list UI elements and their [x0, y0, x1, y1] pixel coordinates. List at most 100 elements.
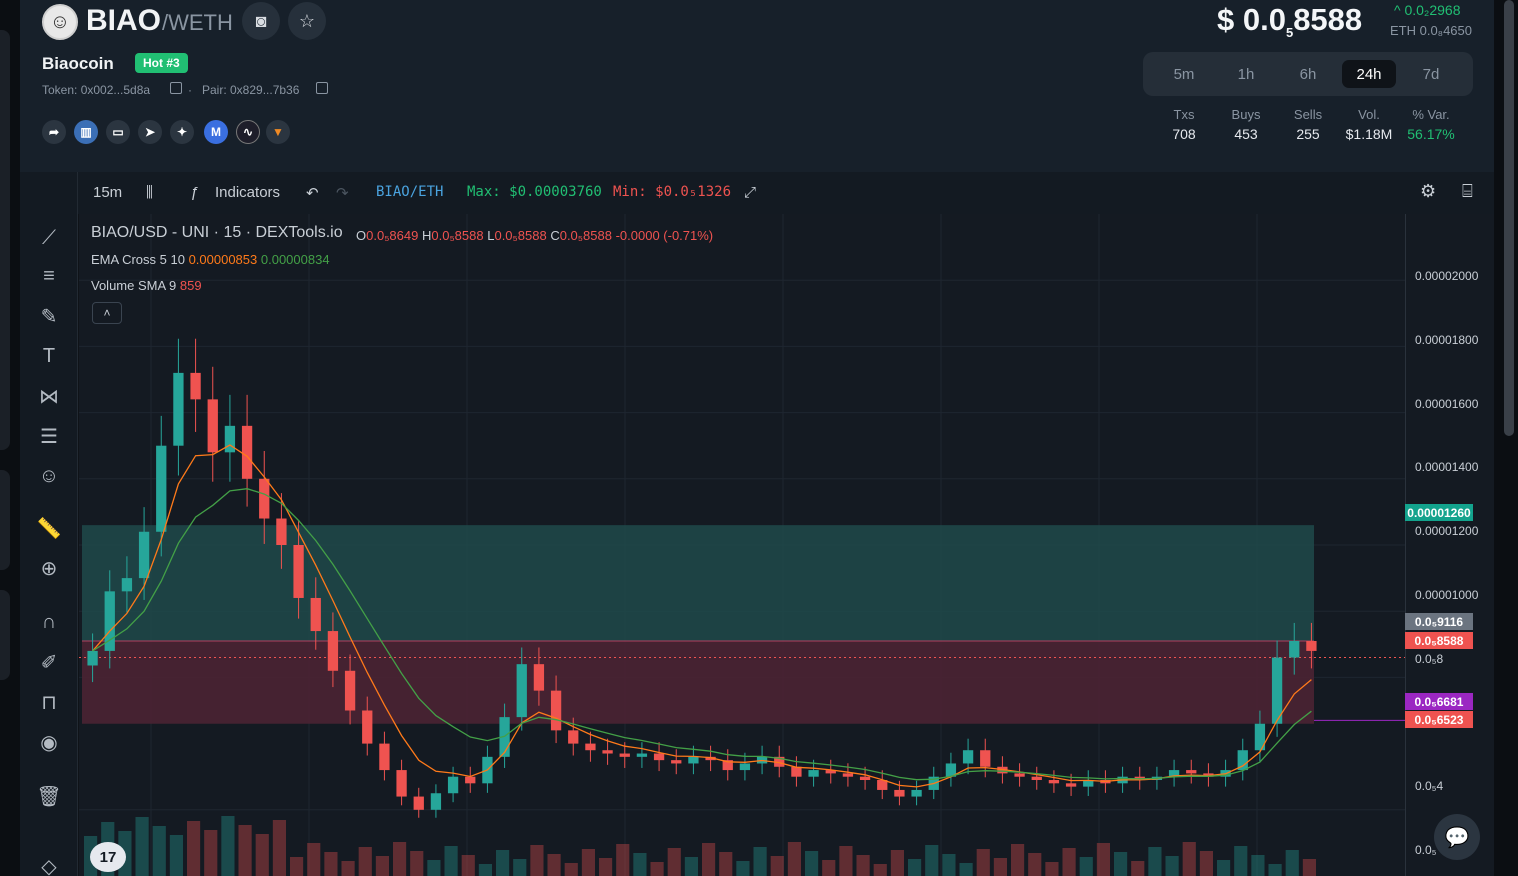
- share-icon[interactable]: ➦: [42, 120, 66, 144]
- trendline-tool-icon[interactable]: ⟋: [34, 224, 64, 252]
- volume-bar: [684, 857, 698, 876]
- zoom-in-icon[interactable]: ⊕: [34, 554, 64, 582]
- volume-bar: [1251, 855, 1265, 876]
- binoculars-icon: ◙: [255, 10, 267, 31]
- twitter-icon[interactable]: ✦: [170, 120, 194, 144]
- candle-body: [653, 753, 665, 761]
- pair-switch[interactable]: BIAO/ETH: [376, 184, 443, 200]
- stat-label: Buys: [1231, 107, 1261, 122]
- eth-price: ETH 0.0₈4650: [1390, 23, 1472, 38]
- volume-bar: [787, 842, 801, 876]
- token-quote: /WETH: [162, 10, 233, 35]
- stat-volume: Vol. $1.18M: [1337, 107, 1401, 142]
- page-scrollbar[interactable]: [1504, 0, 1514, 436]
- price-badge-red: 0.0₅6523: [1405, 711, 1473, 728]
- volume-bar: [530, 845, 544, 876]
- candle-body: [791, 766, 802, 777]
- binoculars-button[interactable]: ◙: [242, 2, 280, 40]
- stat-label: % Var.: [1412, 107, 1450, 122]
- price-chart[interactable]: [79, 214, 1494, 876]
- text-tool-icon[interactable]: T: [34, 342, 64, 370]
- horizontal-lines-icon[interactable]: ≡: [34, 262, 64, 290]
- volume-bar: [478, 864, 492, 876]
- candle-body: [688, 756, 699, 764]
- volume-bar: [942, 854, 956, 876]
- undo-icon[interactable]: ↶: [306, 184, 319, 202]
- candle-body: [568, 730, 579, 744]
- timeframe-1h[interactable]: 1h: [1219, 60, 1273, 88]
- volume-bar: [341, 861, 355, 876]
- favorite-button[interactable]: ☆: [288, 2, 326, 40]
- candle-body: [842, 773, 854, 777]
- volume-bar: [1217, 860, 1231, 876]
- candle-type-icon[interactable]: ⫼: [146, 184, 153, 201]
- etherscan-icon[interactable]: ∿: [236, 120, 260, 144]
- ema-legend: EMA Cross 5 10 0.00000853 0.00000834: [91, 252, 330, 267]
- lock-drawing-icon[interactable]: ✐: [34, 648, 64, 676]
- volume-bar: [255, 834, 269, 876]
- camera-icon[interactable]: ⌸: [1462, 181, 1473, 202]
- volume-bar: [753, 847, 767, 876]
- candle-body: [310, 597, 321, 632]
- layers-icon[interactable]: ◇: [34, 852, 64, 876]
- stat-value: $1.18M: [1345, 126, 1393, 142]
- brush-tool-icon[interactable]: ✎: [34, 302, 64, 330]
- chat-button[interactable]: 💬: [1434, 814, 1480, 860]
- timeframe-24h[interactable]: 24h: [1342, 60, 1396, 88]
- volume-bar: [564, 863, 578, 876]
- lock-icon[interactable]: ⊓: [34, 688, 64, 716]
- stat-value: 453: [1234, 126, 1258, 142]
- ema-label: EMA Cross 5 10: [91, 252, 185, 267]
- collapse-legend-button[interactable]: ˄: [92, 302, 122, 324]
- volume-bar: [1096, 843, 1110, 876]
- current-price: $ 0.058588: [1217, 2, 1362, 40]
- volume-bar: [1114, 852, 1128, 876]
- trash-icon[interactable]: 🗑: [34, 782, 64, 810]
- candle-body: [911, 789, 922, 797]
- copy-pair-icon[interactable]: [316, 82, 328, 94]
- stat-label: Sells: [1293, 107, 1323, 122]
- tradingview-logo[interactable]: 17: [90, 842, 126, 872]
- timeframe-5m[interactable]: 5m: [1157, 60, 1211, 88]
- candle-body: [447, 776, 459, 794]
- candle-body: [138, 531, 150, 579]
- redo-icon[interactable]: ↷: [336, 184, 349, 202]
- pattern-tool-icon[interactable]: ⋈: [34, 382, 64, 410]
- ruler-icon[interactable]: 📏: [34, 514, 64, 542]
- hot-badge: Hot #3: [135, 53, 188, 73]
- eye-icon[interactable]: ◉: [34, 728, 64, 756]
- fib-tool-icon[interactable]: ☰: [34, 422, 64, 450]
- candle-body: [396, 770, 407, 797]
- fullscreen-icon[interactable]: ⤢: [744, 184, 756, 201]
- chart-canvas[interactable]: [79, 214, 1405, 876]
- coinmarketcap-icon[interactable]: M: [204, 120, 228, 144]
- chart-link-icon[interactable]: ▥: [74, 120, 98, 144]
- indicators-button[interactable]: Indicators: [215, 184, 280, 201]
- volume-bar: [839, 846, 853, 876]
- metamask-icon[interactable]: ▼: [266, 120, 290, 144]
- price-axis[interactable]: [1405, 214, 1494, 876]
- candle-body: [602, 750, 613, 754]
- volume-bar: [908, 859, 922, 876]
- volume-bar: [736, 861, 750, 876]
- emoji-icon[interactable]: ☺: [34, 462, 64, 490]
- token-logo: ☺: [42, 4, 78, 40]
- candle-body: [671, 760, 682, 764]
- price-badge-green: 0.00001260: [1405, 504, 1473, 521]
- indicators-fx-icon[interactable]: ƒ: [190, 184, 198, 201]
- settings-gear-icon[interactable]: ⚙: [1420, 181, 1436, 202]
- interval-selector[interactable]: 15m: [93, 184, 122, 201]
- telegram-icon[interactable]: ➤: [138, 120, 162, 144]
- volume-bar: [547, 854, 561, 876]
- stat-txs: Txs 708: [1152, 107, 1216, 142]
- chat-icon: 💬: [1444, 826, 1470, 849]
- candle-body: [259, 478, 270, 519]
- timeframe-7d[interactable]: 7d: [1404, 60, 1458, 88]
- max-price: Max: $0.00003760: [467, 184, 602, 200]
- website-icon[interactable]: ▭: [106, 120, 130, 144]
- y-tick: 0.0₅: [1415, 843, 1437, 857]
- magnet-icon[interactable]: ∩: [34, 608, 64, 636]
- copy-token-icon[interactable]: [170, 82, 182, 94]
- timeframe-6h[interactable]: 6h: [1281, 60, 1335, 88]
- ema-slow-value: 0.00000834: [260, 252, 330, 267]
